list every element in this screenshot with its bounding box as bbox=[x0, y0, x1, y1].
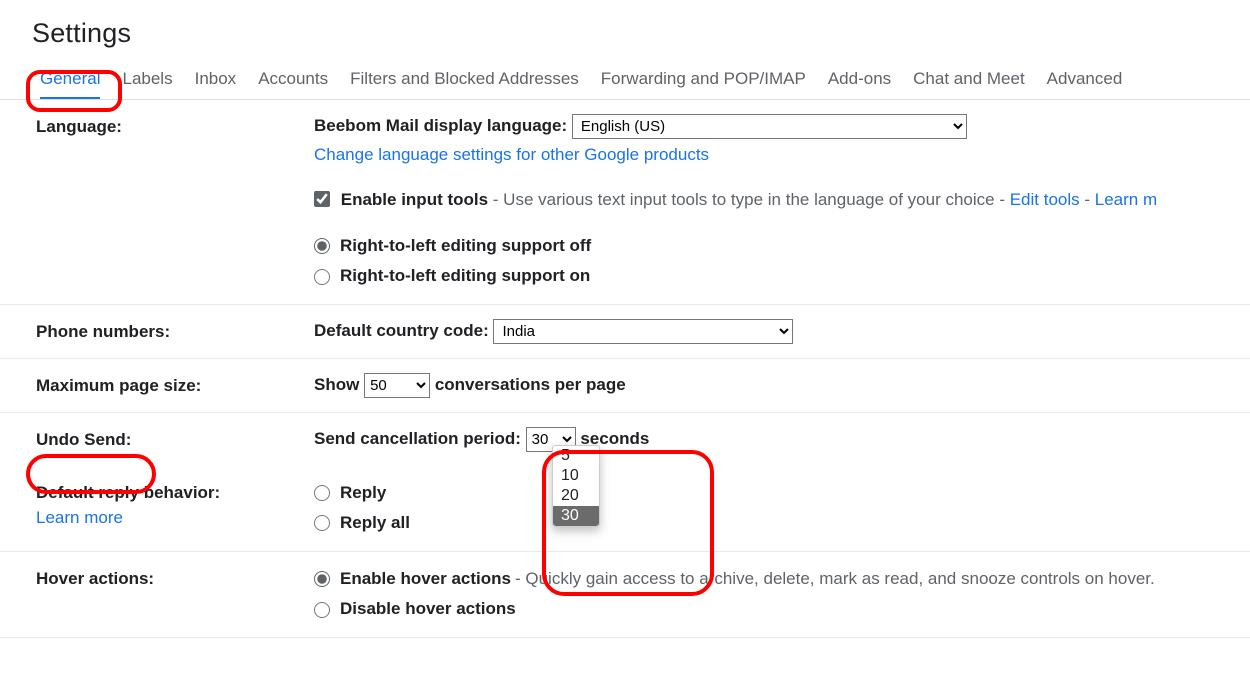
hover-disable-label: Disable hover actions bbox=[340, 594, 516, 625]
row-pagesize: Maximum page size: Show 50 conversations… bbox=[0, 359, 1250, 413]
rtl-off-label: Right-to-left editing support off bbox=[340, 231, 591, 262]
tab-chatmeet[interactable]: Chat and Meet bbox=[913, 63, 1025, 99]
undo-option-10[interactable]: 10 bbox=[553, 466, 599, 486]
settings-body: Language: Beebom Mail display language: … bbox=[0, 100, 1250, 638]
label-undo-send: Undo Send: bbox=[36, 425, 314, 453]
content-hover: Enable hover actions - Quickly gain acce… bbox=[314, 564, 1250, 625]
rtl-on-radio[interactable] bbox=[314, 269, 330, 285]
tab-inbox[interactable]: Inbox bbox=[195, 63, 237, 99]
display-language-select[interactable]: English (US) bbox=[572, 114, 967, 139]
hover-enable-radio[interactable] bbox=[314, 571, 330, 587]
pagesize-show: Show bbox=[314, 375, 359, 394]
row-hover: Hover actions: Enable hover actions - Qu… bbox=[0, 552, 1250, 638]
tab-labels[interactable]: Labels bbox=[122, 63, 172, 99]
tab-filters[interactable]: Filters and Blocked Addresses bbox=[350, 63, 579, 99]
learn-more-input-tools[interactable]: Learn m bbox=[1095, 190, 1157, 209]
edit-tools-link[interactable]: Edit tools bbox=[1010, 190, 1080, 209]
reply-learn-more[interactable]: Learn more bbox=[36, 505, 314, 531]
pagesize-suffix: conversations per page bbox=[435, 375, 626, 394]
undo-prefix: Send cancellation period: bbox=[314, 429, 521, 448]
settings-page: Settings General Labels Inbox Accounts F… bbox=[0, 0, 1250, 658]
tab-advanced[interactable]: Advanced bbox=[1047, 63, 1123, 99]
content-reply: Reply Reply all bbox=[314, 478, 1250, 539]
label-phone: Phone numbers: bbox=[36, 317, 314, 345]
label-pagesize: Maximum page size: bbox=[36, 371, 314, 399]
tab-forwarding[interactable]: Forwarding and POP/IMAP bbox=[601, 63, 806, 99]
change-language-link[interactable]: Change language settings for other Googl… bbox=[314, 145, 709, 164]
rtl-off-radio[interactable] bbox=[314, 238, 330, 254]
tab-general[interactable]: General bbox=[40, 63, 100, 99]
content-language: Beebom Mail display language: English (U… bbox=[314, 112, 1250, 292]
display-language-label: Beebom Mail display language: bbox=[314, 116, 567, 135]
undo-option-30[interactable]: 30 bbox=[553, 506, 599, 526]
row-reply: Default reply behavior: Learn more Reply… bbox=[0, 466, 1250, 552]
enable-input-tools-label: Enable input tools bbox=[341, 190, 488, 209]
pagesize-select[interactable]: 50 bbox=[364, 373, 430, 398]
page-title: Settings bbox=[0, 0, 1250, 63]
undo-option-5[interactable]: 5 bbox=[553, 446, 599, 466]
undo-seconds-dropdown[interactable]: 5 10 20 30 bbox=[552, 445, 600, 527]
undo-option-20[interactable]: 20 bbox=[553, 486, 599, 506]
row-phone: Phone numbers: Default country code: Ind… bbox=[0, 305, 1250, 359]
settings-tabs: General Labels Inbox Accounts Filters an… bbox=[0, 63, 1250, 100]
row-undo-send: Undo Send: Send cancellation period: 30 … bbox=[0, 413, 1250, 466]
hover-enable-label: Enable hover actions bbox=[340, 564, 511, 595]
default-cc-select[interactable]: India bbox=[493, 319, 793, 344]
content-phone: Default country code: India bbox=[314, 317, 1250, 346]
label-hover: Hover actions: bbox=[36, 564, 314, 592]
default-cc-label: Default country code: bbox=[314, 321, 489, 340]
enable-input-tools-desc: - Use various text input tools to type i… bbox=[488, 190, 1010, 209]
reply-label: Reply bbox=[340, 478, 386, 509]
reply-all-label: Reply all bbox=[340, 508, 410, 539]
tab-addons[interactable]: Add-ons bbox=[828, 63, 891, 99]
content-pagesize: Show 50 conversations per page bbox=[314, 371, 1250, 400]
label-reply: Default reply behavior: Learn more bbox=[36, 478, 314, 531]
reply-radio[interactable] bbox=[314, 485, 330, 501]
rtl-on-label: Right-to-left editing support on bbox=[340, 261, 590, 292]
content-undo-send: Send cancellation period: 30 seconds bbox=[314, 425, 1250, 454]
reply-all-radio[interactable] bbox=[314, 515, 330, 531]
label-language: Language: bbox=[36, 112, 314, 140]
hover-enable-desc: - Quickly gain access to archive, delete… bbox=[515, 564, 1155, 595]
hover-disable-radio[interactable] bbox=[314, 602, 330, 618]
row-language: Language: Beebom Mail display language: … bbox=[0, 100, 1250, 305]
enable-input-tools-checkbox[interactable] bbox=[314, 191, 330, 207]
tab-accounts[interactable]: Accounts bbox=[258, 63, 328, 99]
